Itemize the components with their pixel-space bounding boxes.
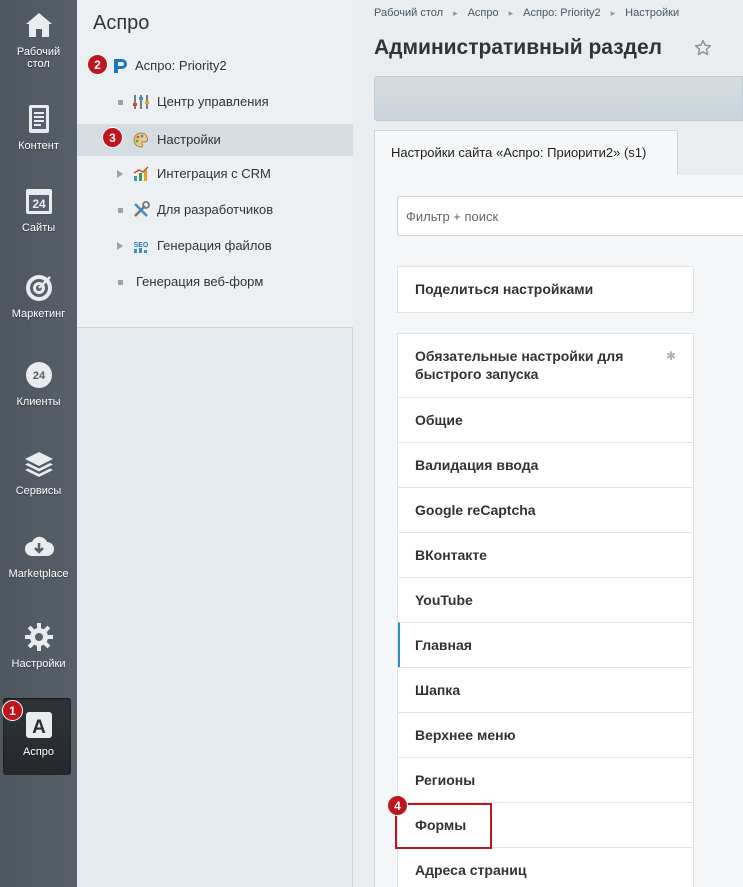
iconbar-item-settings[interactable]: Настройки (0, 622, 77, 670)
iconbar-label: Marketplace (8, 568, 69, 580)
seo-icon: SEO (134, 242, 149, 253)
palette-icon (133, 132, 149, 148)
iconbar-label: Контент (18, 140, 59, 152)
step-badge-3: 3 (102, 127, 123, 148)
svg-text:24: 24 (32, 197, 46, 211)
menu-item-label: Аспро: Priority2 (135, 58, 227, 73)
cloud-download-icon (24, 536, 54, 556)
filter-search-input[interactable] (397, 196, 743, 236)
menu-item-crm-integration[interactable]: Интеграция с CRM (77, 158, 353, 190)
list-item-main-page[interactable]: Главная (398, 622, 693, 667)
section-menu-panel: Аспро Аспро: Priority2 Центр управления … (77, 0, 353, 887)
menu-tree: Аспро Аспро: Priority2 Центр управления … (77, 0, 353, 328)
menu-item-file-generation[interactable]: SEO Генерация файлов (77, 230, 353, 262)
list-item-required-settings[interactable]: Обязательные настройки для быстрого запу… (398, 334, 693, 397)
menu-item-label: Генерация файлов (157, 238, 272, 253)
gear-icon (24, 623, 53, 651)
svg-text:24: 24 (32, 370, 45, 382)
list-item-page-addresses[interactable]: Адреса страниц (398, 847, 693, 887)
iconbar-label: Маркетинг (11, 308, 66, 320)
left-icon-bar: Рабочий стол Контент 24 Сайты Маркетинг … (0, 0, 77, 887)
menu-item-label: Для разработчиков (157, 202, 274, 217)
breadcrumb-item[interactable]: Настройки (625, 7, 679, 19)
menu-item-label: Настройки (157, 132, 221, 147)
iconbar-item-marketplace[interactable]: Marketplace (0, 532, 77, 580)
letter-a-icon: A (25, 712, 52, 738)
iconbar-label: Аспро (22, 746, 55, 758)
toolbar (374, 76, 743, 121)
iconbar-item-content[interactable]: Контент (0, 104, 77, 152)
list-item-recaptcha[interactable]: Google reCaptcha (398, 487, 693, 532)
share-settings-box: Поделиться настройками (397, 266, 694, 313)
list-item-general[interactable]: Общие (398, 397, 693, 442)
priority-logo-icon (114, 59, 127, 73)
iconbar-item-marketing[interactable]: Маркетинг (0, 272, 77, 320)
target-icon (25, 275, 52, 301)
required-star-icon: ✱ (665, 349, 676, 363)
iconbar-label: Рабочий стол (16, 46, 61, 70)
layers-icon (24, 452, 53, 477)
chevron-right-icon: ▸ (453, 8, 458, 18)
calendar-24-icon: 24 (25, 189, 52, 214)
breadcrumb: Рабочий стол ▸ Аспро ▸ Аспро: Priority2 ▸ Наст… (374, 7, 679, 19)
main-content: Рабочий стол ▸ Аспро ▸ Аспро: Priority2 ▸ Наст… (354, 0, 743, 887)
list-item-regions[interactable]: Регионы (398, 757, 693, 802)
tab-bar: Настройки сайта «Аспро: Приорити2» (s1) (374, 130, 743, 176)
iconbar-item-sites[interactable]: 24 Сайты (0, 186, 77, 234)
menu-item-label: Центр управления (157, 94, 269, 109)
breadcrumb-item[interactable]: Аспро (468, 7, 499, 19)
breadcrumb-item[interactable]: Рабочий стол (374, 7, 443, 19)
iconbar-label: Клиенты (16, 396, 61, 408)
favorite-star-icon[interactable] (694, 39, 712, 57)
breadcrumb-item[interactable]: Аспро: Priority2 (523, 7, 600, 19)
home-icon (25, 13, 52, 37)
iconbar-label: Настройки (11, 658, 66, 670)
iconbar-label: Сайты (21, 222, 56, 234)
chevron-right-icon: ▸ (610, 8, 616, 18)
cloud-24-icon: 24 (25, 362, 52, 388)
menu-title: Аспро (93, 12, 150, 34)
iconbar-label: Сервисы (15, 485, 62, 497)
tools-icon (134, 201, 150, 217)
list-item-label: Обязательные настройки для быстрого запу… (415, 348, 624, 382)
menu-item-developers[interactable]: Для разработчиков (77, 194, 353, 226)
menu-item-aspro-priority2[interactable]: Аспро: Priority2 (77, 50, 353, 82)
menu-item-label: Генерация веб-форм (136, 274, 264, 289)
tab-site-settings[interactable]: Настройки сайта «Аспро: Приорити2» (s1) (374, 130, 678, 176)
share-settings-item[interactable]: Поделиться настройками (398, 267, 693, 312)
page-title: Административный раздел (374, 36, 663, 59)
expand-arrow-icon[interactable] (117, 170, 123, 178)
list-item-vkontakte[interactable]: ВКонтакте (398, 532, 693, 577)
svg-text:A: A (32, 717, 46, 738)
list-item-youtube[interactable]: YouTube (398, 577, 693, 622)
bullet-icon (118, 280, 123, 285)
sliders-icon (133, 95, 149, 109)
list-item-top-menu[interactable]: Верхнее меню (398, 712, 693, 757)
step-badge-1: 1 (2, 700, 23, 721)
bullet-icon (118, 208, 123, 213)
settings-content: Поделиться настройками Обязательные наст… (374, 175, 743, 887)
list-item-input-validation[interactable]: Валидация ввода (398, 442, 693, 487)
iconbar-item-clients[interactable]: 24 Клиенты (0, 360, 77, 408)
menu-item-webform-generation[interactable]: Генерация веб-форм (77, 266, 353, 298)
expand-arrow-icon[interactable] (117, 242, 123, 250)
menu-item-label: Интеграция с CRM (157, 166, 271, 181)
step-badge-2: 2 (87, 54, 108, 75)
menu-item-control-center[interactable]: Центр управления (77, 86, 353, 118)
step-badge-4: 4 (387, 795, 408, 816)
list-item-header[interactable]: Шапка (398, 667, 693, 712)
forms-highlight-box (395, 803, 492, 849)
chart-icon (133, 166, 149, 181)
svg-text:SEO: SEO (134, 242, 149, 249)
iconbar-item-desktop[interactable]: Рабочий стол (0, 10, 77, 70)
bullet-icon (118, 100, 123, 105)
document-icon (28, 105, 49, 133)
iconbar-item-services[interactable]: Сервисы (0, 449, 77, 497)
chevron-right-icon: ▸ (508, 8, 514, 18)
